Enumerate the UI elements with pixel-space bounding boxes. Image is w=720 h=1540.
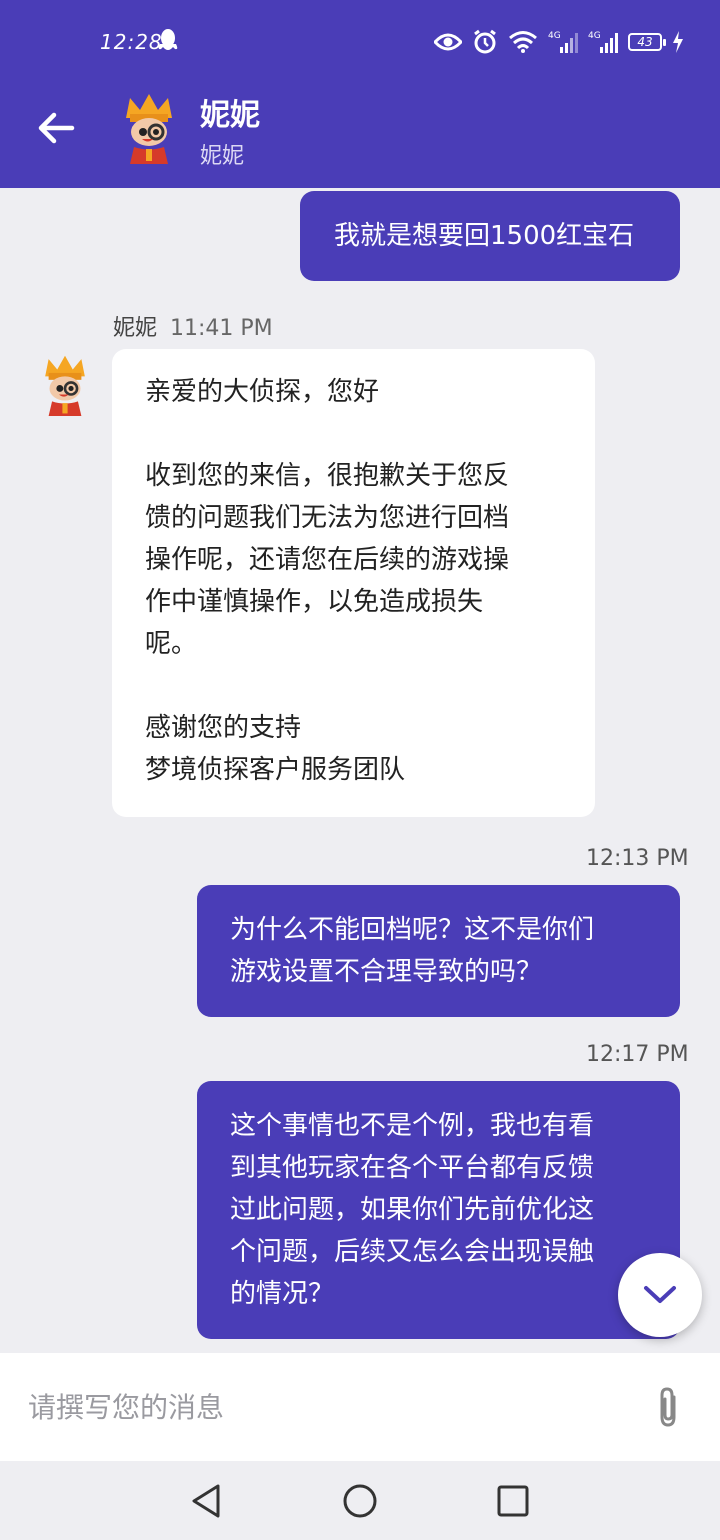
scroll-to-bottom-button[interactable]: [618, 1253, 702, 1337]
message-text: 为什么不能回档呢？这不是你们: [230, 915, 595, 945]
contact-name: 妮妮: [200, 98, 260, 133]
message-time: 11:41 PM: [170, 316, 273, 341]
message-text: 过此问题，如果你们先前优化这: [230, 1195, 595, 1225]
status-icons: 4G 4G 43: [434, 28, 684, 56]
battery-level: 43: [637, 35, 653, 49]
svg-text:4G: 4G: [588, 31, 601, 41]
message-text: 的情况？: [230, 1279, 335, 1309]
message-text: 游戏设置不合理导致的吗？: [230, 957, 543, 987]
sender-name: 妮妮: [113, 316, 158, 341]
message-text: 馈的问题我们无法为您进行回档: [145, 503, 510, 533]
message-text: 操作呢，还请您在后续的游戏操: [145, 545, 510, 575]
message-text: 亲爱的大侦探，您好: [145, 377, 380, 407]
charging-icon: [673, 31, 683, 53]
eye-icon: [434, 33, 462, 51]
message-text: 个问题，后续又怎么会出现误触: [230, 1237, 595, 1267]
svg-text:4G: 4G: [548, 31, 561, 41]
signal-4g-icon: 4G: [588, 31, 618, 53]
nav-recents-icon[interactable]: [493, 1481, 533, 1521]
avatar[interactable]: [120, 92, 178, 164]
message-meta: 妮妮 11:41 PM: [113, 310, 273, 342]
app-header: 12:28 4G 4G 43 妮妮 妮妮: [0, 0, 720, 188]
message-text: 这个事情也不是个例，我也有看: [230, 1111, 595, 1141]
chevron-down-icon: [644, 1286, 676, 1303]
message-text: 呢。: [145, 629, 198, 659]
message-time: 12:13 PM: [586, 846, 689, 871]
message-text: 收到您的来信，很抱歉关于您反: [145, 461, 510, 491]
arrow-left-icon[interactable]: [36, 108, 76, 148]
signal-4g-icon: 4G: [548, 31, 578, 53]
wifi-icon: [509, 31, 537, 53]
message-bubble-outgoing[interactable]: 我就是想要回1500红宝石: [300, 191, 680, 281]
message-bubble-outgoing[interactable]: 这个事情也不是个例，我也有看 到其他玩家在各个平台都有反馈 过此问题，如果你们先…: [197, 1081, 680, 1339]
status-time: 12:28: [100, 30, 163, 54]
contact-subtitle: 妮妮: [200, 144, 245, 169]
system-nav-bar: [0, 1461, 720, 1540]
message-text: 到其他玩家在各个平台都有反馈: [230, 1153, 595, 1183]
battery-icon: 43: [628, 33, 666, 51]
nav-back-icon[interactable]: [186, 1481, 226, 1521]
message-spacer: [145, 665, 595, 707]
message-input[interactable]: [28, 1387, 608, 1427]
message-text: 我就是想要回1500红宝石: [334, 221, 635, 251]
paperclip-icon[interactable]: [654, 1385, 684, 1429]
message-bubble-incoming[interactable]: 亲爱的大侦探，您好 收到您的来信，很抱歉关于您反 馈的问题我们无法为您进行回档 …: [112, 349, 595, 817]
avatar[interactable]: [40, 352, 90, 418]
message-text: 感谢您的支持: [145, 713, 302, 743]
message-composer: [0, 1353, 720, 1461]
qq-icon: [158, 29, 178, 50]
message-text: 作中谨慎操作，以免造成损失: [145, 587, 484, 617]
message-text: 梦境侦探客户服务团队: [145, 755, 406, 785]
alarm-icon: [474, 29, 496, 54]
message-time: 12:17 PM: [586, 1042, 689, 1067]
message-spacer: [145, 413, 595, 455]
message-bubble-outgoing[interactable]: 为什么不能回档呢？这不是你们 游戏设置不合理导致的吗？: [197, 885, 680, 1017]
nav-home-icon[interactable]: [340, 1481, 380, 1521]
